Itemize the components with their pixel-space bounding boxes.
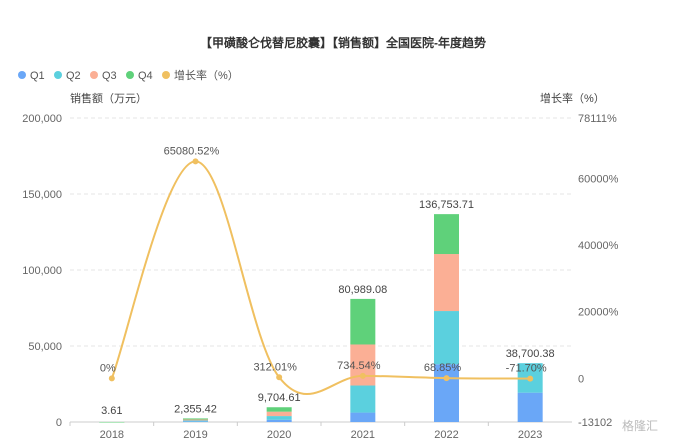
bar-2019-Q3 xyxy=(183,419,208,421)
left-tick-3: 150,000 xyxy=(22,189,62,201)
bar-2022-Q2 xyxy=(434,311,459,365)
bar-2021-Q2 xyxy=(350,385,376,413)
growth-line xyxy=(110,160,531,396)
right-tick-2: 40000% xyxy=(578,240,619,252)
x-tick-3: 2021 xyxy=(351,429,375,441)
left-tick-0: 0 xyxy=(56,417,62,429)
bar-2023-Q1 xyxy=(517,392,543,422)
legend-label-4: 增长率（%） xyxy=(174,68,239,82)
left-tick-2: 100,000 xyxy=(22,265,62,277)
left-tick-1: 50,000 xyxy=(28,341,62,353)
growth-point-0 xyxy=(108,375,115,382)
right-axis-label: 增长率（%） xyxy=(540,91,605,105)
right-y-axis: 0 20000% 40000% 60000% 78111% -13102 xyxy=(578,113,619,429)
growth-point-2 xyxy=(276,374,283,381)
bar-total-2: 9,704.61 xyxy=(258,392,301,404)
legend-label-1: Q2 xyxy=(66,70,81,82)
right-tick-0: 0 xyxy=(578,373,584,385)
bar-2021-Q1 xyxy=(350,412,376,422)
right-tick-bottom: -13102 xyxy=(578,417,612,429)
left-y-axis: 0 50,000 100,000 150,000 200,000 xyxy=(22,113,62,429)
legend-swatch-3 xyxy=(126,71,134,79)
growth-label-2: 312.01% xyxy=(253,361,297,373)
growth-point-4 xyxy=(443,375,450,382)
x-tick-5: 2023 xyxy=(518,429,542,441)
growth-point-5 xyxy=(527,375,534,382)
watermark: 格隆汇 xyxy=(622,418,658,433)
left-axis-label: 销售额（万元） xyxy=(70,91,147,105)
legend-swatch-2 xyxy=(90,71,98,79)
bar-total-1: 2,355.42 xyxy=(174,403,217,415)
legend: Q1 Q2 Q3 Q4 增长率（%） xyxy=(18,68,239,82)
legend-label-2: Q3 xyxy=(102,70,117,82)
bar-2020-Q4 xyxy=(266,407,292,412)
bar-2022-Q4 xyxy=(434,214,459,255)
bar-2019-Q4 xyxy=(183,418,208,420)
growth-point-1 xyxy=(192,158,199,165)
legend-swatch-0 xyxy=(18,71,26,79)
x-tick-1: 2019 xyxy=(183,429,207,441)
bar-total-labels: 3.61 2,355.42 9,704.61 80,989.08 136,753.71 3… xyxy=(101,199,555,417)
bar-2022-Q3 xyxy=(434,254,459,312)
legend-label-3: Q4 xyxy=(138,70,153,82)
legend-swatch-1 xyxy=(54,71,62,79)
gridlines xyxy=(70,117,572,423)
x-axis: 2018 2019 2020 2021 2022 2023 xyxy=(69,422,542,441)
growth-label-5: -71.70% xyxy=(506,363,547,375)
bar-2018-Q4 xyxy=(99,421,125,423)
right-tick-top: 78111% xyxy=(578,113,617,125)
bar-total-3: 80,989.08 xyxy=(338,284,387,296)
left-tick-4: 200,000 xyxy=(22,113,62,125)
growth-label-3: 734.54% xyxy=(337,360,381,372)
chart: 【甲磺酸仑伐替尼胶囊】【销售额】全国医院-年度趋势 Q1 Q2 Q3 Q4 增长率（%）… xyxy=(18,35,658,441)
growth-point-3 xyxy=(359,372,366,379)
x-tick-2: 2020 xyxy=(267,429,291,441)
right-tick-1: 20000% xyxy=(578,307,619,319)
bar-total-5: 38,700.38 xyxy=(506,348,555,360)
bar-2019-Q1 xyxy=(183,421,208,422)
growth-label-0: 0% xyxy=(100,362,116,374)
legend-swatch-4 xyxy=(162,71,170,79)
bar-2020-Q1 xyxy=(266,419,292,422)
growth-label-4: 68.85% xyxy=(424,362,462,374)
bar-2019-Q2 xyxy=(183,420,208,422)
x-tick-4: 2022 xyxy=(434,429,458,441)
x-tick-0: 2018 xyxy=(100,429,124,441)
legend-label-0: Q1 xyxy=(30,70,45,82)
bar-total-4: 136,753.71 xyxy=(419,199,474,211)
bar-2020-Q3 xyxy=(266,411,292,417)
bar-2020-Q2 xyxy=(266,416,292,420)
chart-title: 【甲磺酸仑伐替尼胶囊】【销售额】全国医院-年度趋势 xyxy=(200,35,486,50)
bar-total-0: 3.61 xyxy=(101,405,122,417)
growth-label-1: 65080.52% xyxy=(164,145,220,157)
right-tick-3: 60000% xyxy=(578,173,619,185)
bar-2021-Q4 xyxy=(350,298,376,345)
